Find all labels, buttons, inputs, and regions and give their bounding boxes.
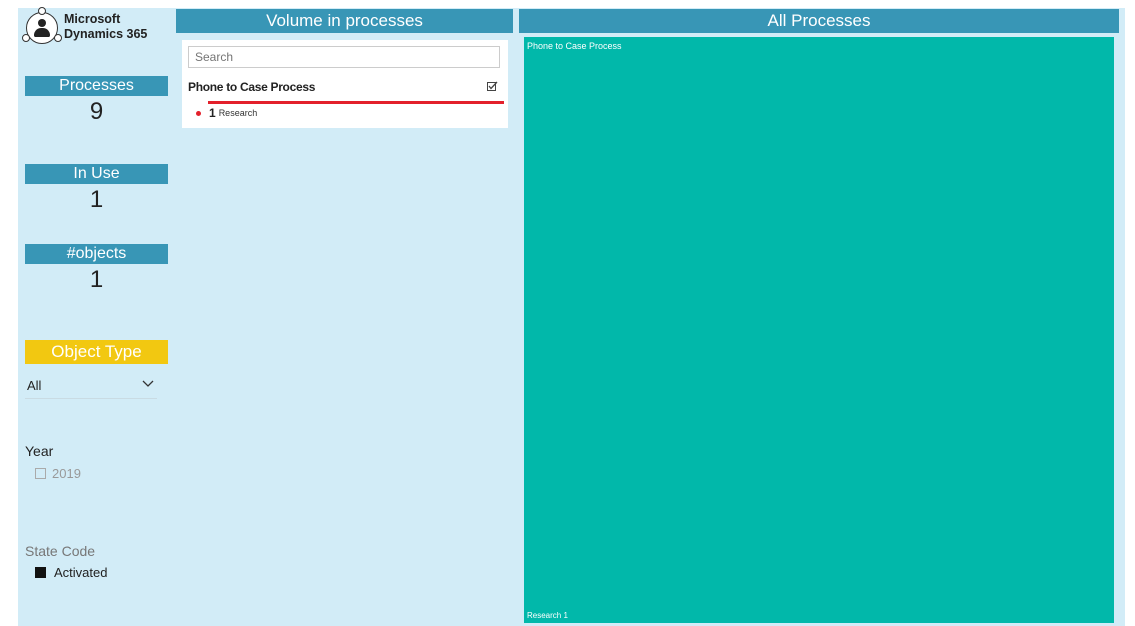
objects-value: 1 <box>89 266 104 293</box>
volume-panel-title: Volume in processes <box>176 9 513 33</box>
search-input[interactable] <box>188 46 500 68</box>
in-use-header: In Use <box>25 164 168 184</box>
logo-line2: Dynamics 365 <box>64 27 148 41</box>
treemap-bottom-label: Research 1 <box>527 611 568 620</box>
objects-header: #objects <box>25 244 168 264</box>
year-option-2019[interactable]: 2019 <box>23 466 81 481</box>
chevron-down-icon <box>142 380 154 387</box>
dynamics-logo: Microsoft Dynamics 365 <box>22 7 152 48</box>
bullet-dot-icon <box>196 110 201 116</box>
state-option-activated[interactable]: Activated <box>25 565 107 580</box>
year-slicer-title: Year <box>25 443 54 459</box>
volume-bar <box>208 101 504 104</box>
checkbox-empty-icon <box>35 468 46 479</box>
sub-item-count: 1 <box>209 106 216 120</box>
processes-header: Processes <box>25 76 168 96</box>
checkbox-checked-icon[interactable] <box>487 81 498 92</box>
object-type-selected: All <box>27 378 42 393</box>
year-option-label: 2019 <box>52 466 81 481</box>
logo-line1: Microsoft <box>64 12 121 26</box>
sub-item-row: 1 Research <box>196 106 257 120</box>
object-type-header: Object Type <box>25 340 168 364</box>
treemap-tile[interactable]: Phone to Case Process Research 1 <box>524 37 1114 623</box>
state-slicer-title: State Code <box>25 543 96 559</box>
process-row[interactable]: Phone to Case Process <box>188 80 502 96</box>
volume-card: Phone to Case Process 1 Research <box>182 40 508 128</box>
in-use-value: 1 <box>89 186 104 213</box>
treemap-top-label: Phone to Case Process <box>527 41 622 51</box>
object-type-dropdown[interactable]: All <box>25 374 157 399</box>
process-name: Phone to Case Process <box>188 80 316 94</box>
sub-item-label: Research <box>218 108 258 118</box>
state-option-label: Activated <box>54 565 108 580</box>
processes-value: 9 <box>89 98 104 125</box>
checkbox-filled-icon <box>35 567 46 578</box>
all-processes-title: All Processes <box>519 9 1119 33</box>
